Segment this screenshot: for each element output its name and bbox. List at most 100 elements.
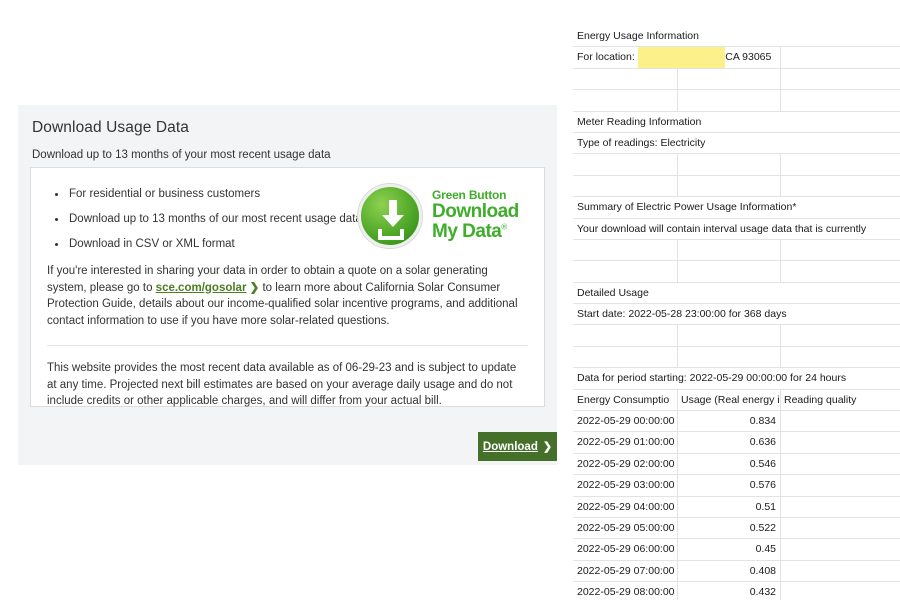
table-row[interactable]: 2022-05-29 00:00:00 0.834 [573, 411, 900, 433]
chevron-right-icon: ❯ [542, 441, 553, 453]
column-separator [780, 539, 781, 560]
table-cell: 2022-05-29 00:00:00 [577, 415, 675, 428]
logo-line-3-text: My Data [432, 220, 502, 242]
table-cell [677, 261, 780, 281]
sheet-row[interactable] [573, 261, 900, 283]
column-separator [780, 68, 781, 90]
column-separator [677, 90, 678, 111]
table-cell [780, 261, 900, 281]
table-row[interactable]: 2022-05-29 08:00:00 0.432 [573, 582, 900, 600]
page-root: Download Usage Data Download up to 13 mo… [0, 0, 900, 600]
table-cell: 0.432 [749, 586, 776, 599]
column-separator [677, 68, 678, 90]
sheet-row[interactable]: Data for period starting: 2022-05-29 00:… [573, 368, 900, 390]
table-cell: 0.636 [749, 436, 776, 449]
sheet-row[interactable] [573, 90, 900, 112]
table-row[interactable]: 2022-05-29 04:00:00 0.51 [573, 496, 900, 518]
column-separator [780, 453, 781, 475]
table-row[interactable]: 2022-05-29 01:00:00 0.636 [573, 432, 900, 454]
sheet-row[interactable] [573, 154, 900, 176]
column-separator [780, 154, 781, 175]
sheet-cell-text: Meter Reading Information [577, 115, 702, 128]
sheet-row[interactable]: Your download will contain interval usag… [573, 219, 900, 240]
table-cell [780, 325, 900, 345]
solar-paragraph: If you're interested in sharing your dat… [47, 263, 528, 329]
sheet-cell-text: Start date: 2022-05-28 23:00:00 for 368 … [577, 308, 787, 321]
table-cell [573, 325, 677, 345]
location-label: For location: [577, 51, 638, 64]
sheet-row[interactable]: Summary of Electric Power Usage Informat… [573, 197, 900, 219]
sheet-row[interactable] [573, 175, 900, 198]
gosolar-link[interactable]: sce.com/gosolar [156, 282, 247, 294]
table-row[interactable]: 2022-05-29 07:00:00 0.408 [573, 560, 900, 583]
sheet-cell-text: Energy Usage Information [577, 30, 699, 42]
column-separator [780, 582, 781, 600]
table-row[interactable]: 2022-05-29 03:00:00 0.576 [573, 475, 900, 497]
table-header-row[interactable]: Energy Consumptio Usage (Real energy i Rea… [573, 389, 900, 412]
usage-data-spreadsheet[interactable]: Energy Usage Information For location: CA… [573, 26, 900, 600]
table-cell [573, 90, 677, 110]
table-cell: 0.408 [749, 564, 776, 577]
logo-line-3: My Data® [432, 220, 519, 242]
table-cell [780, 69, 900, 89]
table-cell [780, 582, 900, 600]
list-item: Download up to 13 months of our most rec… [55, 213, 377, 225]
info-card: For residential or business customers Do… [30, 167, 545, 407]
sheet-row[interactable] [573, 68, 900, 91]
feature-list: For residential or business customers Do… [47, 188, 377, 250]
column-separator [780, 560, 781, 582]
sheet-row[interactable]: Energy Usage Information [573, 26, 900, 48]
sheet-row[interactable]: Detailed Usage [573, 283, 900, 305]
table-cell: 0.522 [749, 521, 776, 534]
column-header: Usage (Real energy i [681, 393, 780, 406]
sheet-row[interactable] [573, 325, 900, 347]
sheet-cell-text: Your download will contain interval usag… [577, 222, 867, 235]
table-cell [573, 347, 677, 367]
download-button-label: Download [482, 440, 538, 453]
table-cell [780, 347, 900, 367]
column-separator [677, 539, 678, 560]
table-cell: 2022-05-29 04:00:00 [577, 500, 675, 513]
download-usage-data-panel: Download Usage Data Download up to 13 mo… [18, 105, 557, 465]
table-cell [780, 475, 900, 495]
table-cell: 0.51 [755, 500, 776, 513]
download-button[interactable]: Download ❯ [478, 432, 557, 461]
table-cell [677, 90, 780, 110]
table-row[interactable]: 2022-05-29 06:00:00 0.45 [573, 539, 900, 561]
column-separator [677, 346, 678, 368]
logo-line-1: Green Button [432, 188, 507, 202]
table-cell: 2022-05-29 01:00:00 [577, 436, 675, 449]
sheet-row[interactable]: Meter Reading Information [573, 112, 900, 133]
column-separator [780, 90, 781, 111]
table-cell [677, 240, 780, 260]
column-separator [677, 517, 678, 539]
sheet-row[interactable] [573, 346, 900, 369]
location-cell: For location: CA 93065 [573, 47, 900, 68]
sheet-row[interactable]: Start date: 2022-05-28 23:00:00 for 368 … [573, 304, 900, 326]
column-separator [677, 582, 678, 600]
table-row[interactable]: 2022-05-29 05:00:00 0.522 [573, 517, 900, 540]
column-separator [780, 239, 781, 261]
column-separator [677, 560, 678, 582]
column-separator [677, 389, 678, 411]
sheet-row[interactable] [573, 239, 900, 262]
column-separator [780, 517, 781, 539]
list-item: For residential or business customers [55, 188, 377, 200]
table-cell [677, 69, 780, 89]
sheet-row[interactable]: Type of readings: Electricity [573, 133, 900, 155]
table-cell: 2022-05-29 06:00:00 [577, 543, 675, 556]
column-separator [780, 261, 781, 282]
column-separator [677, 175, 678, 197]
column-separator [677, 432, 678, 453]
table-cell [780, 432, 900, 452]
table-cell: 2022-05-29 03:00:00 [577, 479, 675, 492]
disclaimer-text: This website provides the most recent da… [47, 362, 517, 407]
column-separator [677, 325, 678, 346]
table-row[interactable]: 2022-05-29 02:00:00 0.546 [573, 453, 900, 476]
sheet-cell-text: Data for period starting: 2022-05-29 00:… [577, 372, 847, 385]
sheet-row[interactable]: For location: CA 93065 [573, 47, 900, 69]
location-state-zip: CA 93065 [725, 51, 772, 64]
column-header: Reading quality [784, 393, 857, 406]
table-cell [573, 176, 677, 196]
table-cell [573, 240, 677, 260]
